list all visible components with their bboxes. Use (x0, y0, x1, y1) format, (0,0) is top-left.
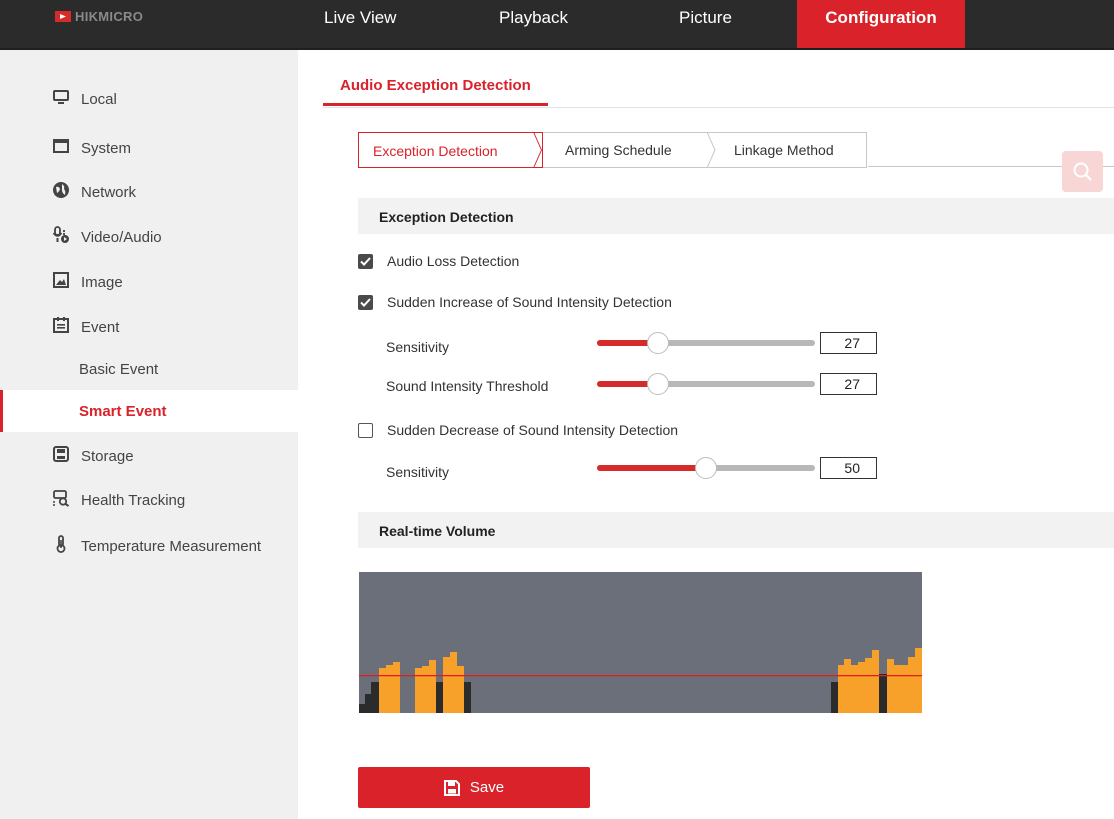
audio-loss-detection-label: Audio Loss Detection (387, 253, 520, 269)
sudden-decrease-row: Sudden Decrease of Sound Intensity Detec… (358, 422, 678, 438)
save-button[interactable]: Save (358, 767, 590, 808)
nav-picture[interactable]: Picture (679, 0, 732, 48)
brand-logo: HIKMICRO (55, 9, 143, 24)
sudden-decrease-label: Sudden Decrease of Sound Intensity Detec… (387, 422, 679, 438)
tab-underline-divider (323, 107, 1114, 108)
logo-icon (55, 11, 71, 22)
step-tab-label: Exception Detection (373, 143, 498, 159)
microphone-video-icon (52, 226, 69, 243)
nav-playback[interactable]: Playback (499, 0, 568, 48)
sidebar-item-label: Temperature Measurement (81, 537, 262, 555)
sidebar-item-label: Event (81, 318, 120, 336)
sound-intensity-threshold-label: Sound Intensity Threshold (386, 378, 549, 394)
sidebar-item-label: Basic Event (79, 360, 159, 378)
storage-icon (53, 446, 69, 462)
increase-sensitivity-value-input[interactable]: 27 (820, 332, 877, 354)
health-tracking-icon (53, 490, 70, 507)
sidebar: Local System Network Video/Audio Image E… (0, 50, 298, 819)
save-button-label: Save (469, 779, 505, 796)
sidebar-item-health-tracking[interactable]: Health Tracking (0, 478, 298, 522)
sidebar-item-label: Video/Audio (81, 228, 162, 246)
sidebar-item-network[interactable]: Network (0, 170, 298, 214)
thermometer-icon (56, 535, 66, 553)
sidebar-item-event[interactable]: Event (0, 305, 298, 349)
step-chevron-icon (533, 132, 542, 168)
sidebar-item-label: Image (81, 273, 123, 291)
slider-fill (597, 465, 706, 471)
top-navigation-bar: HIKMICRO Live View Playback Picture Conf… (0, 0, 1114, 48)
sudden-increase-checkbox[interactable] (358, 294, 373, 310)
section-header-real-time-volume: Real-time Volume (358, 512, 1114, 548)
sidebar-item-temperature-measurement[interactable]: Temperature Measurement (0, 524, 298, 568)
search-button[interactable] (1062, 151, 1103, 192)
image-icon (53, 272, 69, 288)
audio-loss-detection-row: Audio Loss Detection (358, 253, 519, 269)
step-tabs: Exception Detection Arming Schedule Link… (358, 132, 867, 168)
search-icon (1073, 162, 1092, 181)
step-tab-linkage-method[interactable]: Linkage Method (716, 133, 866, 167)
step-tab-label: Linkage Method (734, 142, 834, 158)
sidebar-item-system[interactable]: System (0, 126, 298, 170)
sidebar-item-label: Health Tracking (81, 491, 186, 509)
nav-live-view[interactable]: Live View (324, 0, 396, 48)
floppy-disk-icon (443, 779, 460, 796)
globe-icon (53, 182, 69, 198)
sound-intensity-threshold-value-input[interactable]: 27 (820, 373, 877, 395)
sidebar-item-storage[interactable]: Storage (0, 434, 298, 478)
increase-sensitivity-slider[interactable] (597, 332, 815, 354)
calendar-icon (53, 317, 69, 333)
step-chevron-icon (707, 132, 716, 168)
sudden-decrease-checkbox[interactable] (358, 422, 373, 438)
audio-loss-detection-checkbox[interactable] (358, 253, 373, 269)
sidebar-item-label: Local (81, 90, 117, 108)
system-window-icon (53, 139, 69, 153)
real-time-volume-graph (359, 572, 922, 713)
sidebar-item-label: Storage (81, 447, 134, 465)
sidebar-item-image[interactable]: Image (0, 260, 298, 304)
sidebar-item-label: System (81, 139, 132, 157)
tab-audio-exception-detection[interactable]: Audio Exception Detection (323, 62, 548, 106)
decrease-sensitivity-label: Sensitivity (386, 464, 450, 480)
increase-sensitivity-label: Sensitivity (386, 339, 450, 355)
sidebar-subitem-smart-event[interactable]: Smart Event (0, 390, 298, 432)
sidebar-item-label: Smart Event (79, 402, 167, 420)
section-header-exception-detection: Exception Detection (358, 198, 1114, 234)
decrease-sensitivity-value-input[interactable]: 50 (820, 457, 877, 479)
sudden-increase-row: Sudden Increase of Sound Intensity Detec… (358, 294, 672, 310)
volume-bars (359, 648, 922, 713)
nav-configuration[interactable]: Configuration (797, 0, 965, 48)
step-tab-label: Arming Schedule (565, 142, 672, 158)
checkmark-icon (360, 256, 371, 266)
sidebar-item-video-audio[interactable]: Video/Audio (0, 215, 298, 259)
sidebar-subitem-basic-event[interactable]: Basic Event (0, 348, 298, 390)
step-tab-exception-detection[interactable]: Exception Detection (358, 132, 543, 168)
checkmark-icon (360, 297, 371, 307)
decrease-sensitivity-slider[interactable] (597, 457, 815, 479)
step-tab-arming-schedule[interactable]: Arming Schedule (543, 132, 716, 168)
sudden-increase-label: Sudden Increase of Sound Intensity Detec… (387, 294, 672, 310)
slider-handle[interactable] (647, 373, 669, 395)
sound-intensity-threshold-slider[interactable] (597, 373, 815, 395)
logo-text: HIKMICRO (75, 9, 144, 24)
sidebar-item-label: Network (81, 183, 137, 201)
sidebar-item-local[interactable]: Local (0, 77, 298, 121)
slider-handle[interactable] (695, 457, 717, 479)
slider-handle[interactable] (647, 332, 669, 354)
monitor-icon (53, 90, 69, 104)
